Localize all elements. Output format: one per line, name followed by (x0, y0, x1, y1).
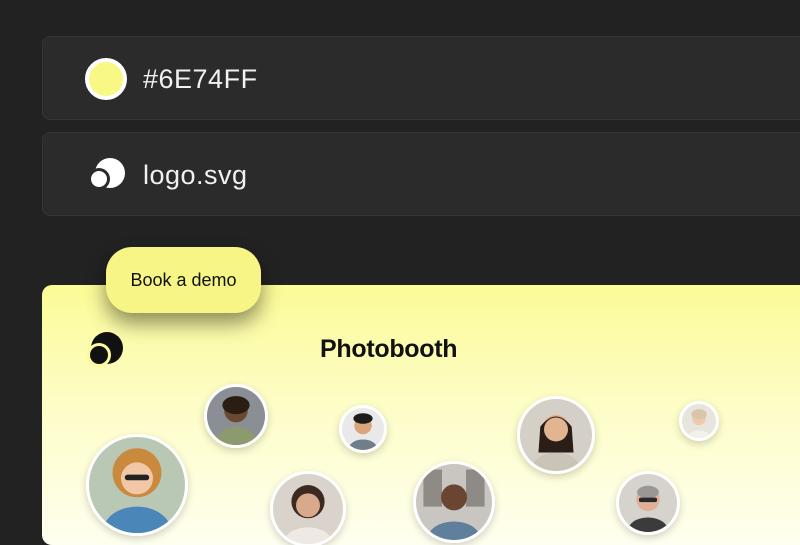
participant-avatar (413, 461, 495, 543)
participant-avatar (616, 471, 680, 535)
participant-avatar (517, 396, 595, 474)
color-swatch[interactable] (85, 58, 127, 100)
participant-avatar (204, 384, 268, 448)
logo-icon (88, 158, 125, 190)
participant-avatar (339, 405, 387, 453)
participant-avatar (270, 471, 346, 545)
brand-color-value: #6E74FF (143, 64, 258, 94)
logo-icon (87, 332, 123, 367)
book-demo-button[interactable]: Book a demo (106, 247, 261, 313)
photobooth-preview: Photobooth (42, 285, 800, 545)
participant-avatar (679, 401, 719, 441)
logo-upload-field[interactable]: logo.svg (42, 132, 800, 216)
preview-title: Photobooth (320, 335, 458, 363)
brand-color-field[interactable]: #6E74FF (42, 36, 800, 120)
participant-avatar (86, 434, 188, 536)
logo-filename: logo.svg (143, 160, 248, 190)
